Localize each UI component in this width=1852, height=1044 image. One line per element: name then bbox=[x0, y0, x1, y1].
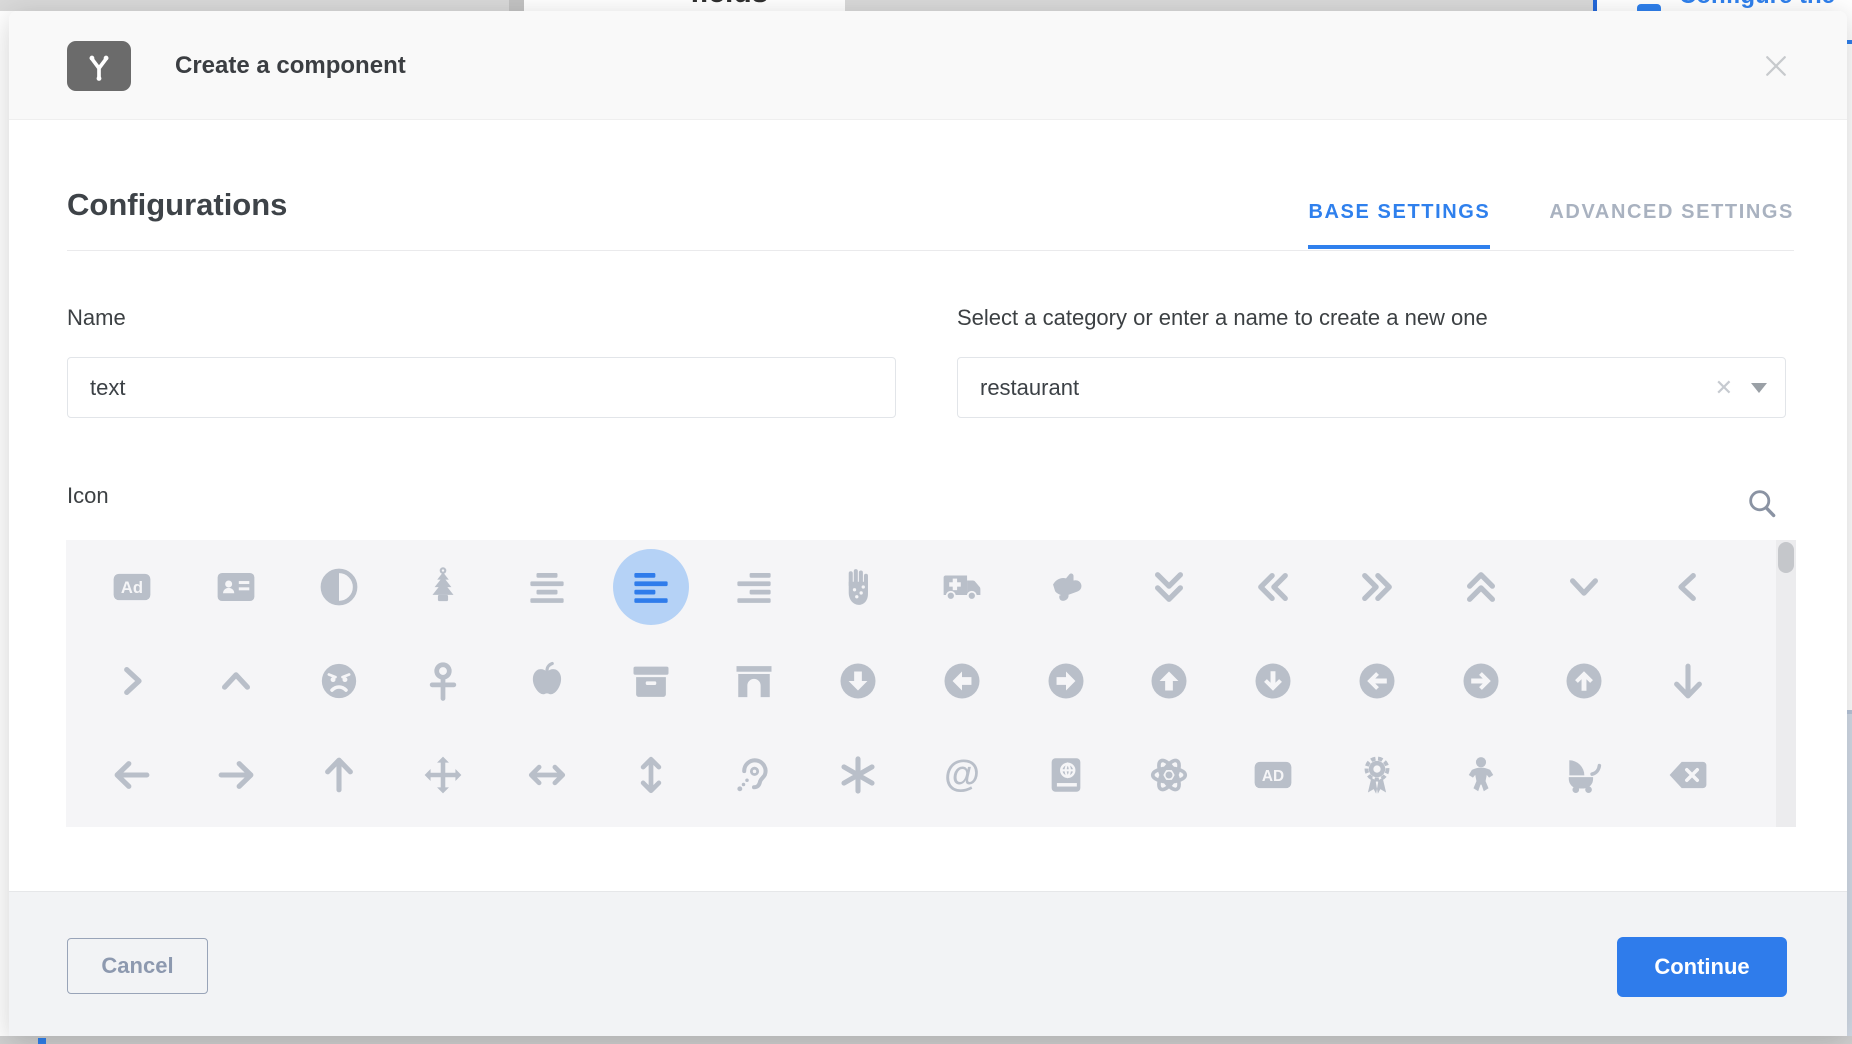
angle-right-icon[interactable] bbox=[80, 634, 184, 728]
background-accent-line bbox=[1847, 40, 1852, 44]
continue-button[interactable]: Continue bbox=[1617, 937, 1787, 997]
archway-icon[interactable] bbox=[703, 634, 807, 728]
icon-grid: Ad @ AD bbox=[66, 540, 1796, 827]
background-clipped-link: Configure the bbox=[1679, 0, 1835, 10]
background-page-right-edge bbox=[1847, 11, 1852, 1036]
icon-grid-row: @ AD bbox=[80, 728, 1740, 822]
asterisk-icon[interactable] bbox=[806, 728, 910, 822]
sign-language-icon[interactable] bbox=[1014, 540, 1118, 634]
angle-double-left-icon[interactable] bbox=[1221, 540, 1325, 634]
arrow-circle-left-icon[interactable] bbox=[1325, 634, 1429, 728]
adjust-icon[interactable] bbox=[288, 540, 392, 634]
background-page-bottom-edge bbox=[0, 1036, 1852, 1044]
apple-alt-icon[interactable] bbox=[495, 634, 599, 728]
name-input[interactable] bbox=[90, 375, 873, 401]
background-fragment: Configure the bbox=[1593, 0, 1852, 11]
arrow-alt-circle-down-icon[interactable] bbox=[806, 634, 910, 728]
screen: fields Configure the Create a component bbox=[0, 0, 1852, 1044]
cancel-button[interactable]: Cancel bbox=[67, 938, 208, 994]
align-center-icon[interactable] bbox=[495, 540, 599, 634]
icon-grid-row bbox=[80, 634, 1740, 728]
angle-double-right-icon[interactable] bbox=[1325, 540, 1429, 634]
assistive-listening-icon[interactable] bbox=[703, 728, 807, 822]
at-icon[interactable]: @ bbox=[910, 728, 1014, 822]
icon-picker-label: Icon bbox=[67, 483, 109, 509]
arrow-up-icon[interactable] bbox=[288, 728, 392, 822]
icon-grid-row: Ad bbox=[80, 540, 1740, 634]
background-panel-fragment bbox=[1847, 714, 1852, 1036]
modal-title: Create a component bbox=[175, 11, 406, 120]
name-label: Name bbox=[67, 305, 126, 331]
arrow-alt-circle-right-icon[interactable] bbox=[1014, 634, 1118, 728]
arrow-alt-circle-left-icon[interactable] bbox=[910, 634, 1014, 728]
arrow-circle-down-icon[interactable] bbox=[1221, 634, 1325, 728]
air-freshener-icon[interactable] bbox=[391, 540, 495, 634]
tab-base-settings[interactable]: BASE SETTINGS bbox=[1308, 201, 1490, 249]
arrow-right-icon[interactable] bbox=[184, 728, 288, 822]
arrows-alt-h-icon[interactable] bbox=[495, 728, 599, 822]
category-value: restaurant bbox=[980, 375, 1079, 401]
background-fragment bbox=[509, 0, 524, 11]
create-component-modal: Create a component Configurations BASE S… bbox=[9, 11, 1847, 1036]
angle-down-icon[interactable] bbox=[1533, 540, 1637, 634]
angle-double-down-icon[interactable] bbox=[1118, 540, 1222, 634]
allergies-icon[interactable] bbox=[806, 540, 910, 634]
ad-icon[interactable]: Ad bbox=[80, 540, 184, 634]
divider bbox=[67, 250, 1794, 251]
arrow-left-icon[interactable] bbox=[80, 728, 184, 822]
name-input-box bbox=[67, 357, 896, 418]
ambulance-icon[interactable] bbox=[910, 540, 1014, 634]
audio-description-icon[interactable]: AD bbox=[1221, 728, 1325, 822]
align-right-icon[interactable] bbox=[703, 540, 807, 634]
angle-left-icon[interactable] bbox=[1636, 540, 1740, 634]
background-clipped-text: fields bbox=[690, 0, 768, 10]
scrollbar-thumb[interactable] bbox=[1778, 542, 1794, 573]
align-left-icon[interactable] bbox=[599, 540, 703, 634]
modal-footer: Cancel Continue bbox=[9, 891, 1847, 1036]
clear-icon[interactable]: ✕ bbox=[1715, 377, 1733, 399]
svg-text:AD: AD bbox=[1262, 768, 1284, 785]
arrows-alt-v-icon[interactable] bbox=[599, 728, 703, 822]
modal-header: Create a component bbox=[9, 11, 1847, 120]
background-icon-fragment bbox=[1637, 4, 1661, 11]
ankh-icon[interactable] bbox=[391, 634, 495, 728]
category-select[interactable]: restaurant ✕ bbox=[957, 357, 1786, 418]
atom-icon[interactable] bbox=[1118, 728, 1222, 822]
atlas-icon[interactable] bbox=[1014, 728, 1118, 822]
svg-text:Ad: Ad bbox=[121, 578, 143, 597]
category-label: Select a category or enter a name to cre… bbox=[957, 305, 1488, 331]
arrow-down-icon[interactable] bbox=[1636, 634, 1740, 728]
background-fragment bbox=[38, 1038, 46, 1044]
archive-icon[interactable] bbox=[599, 634, 703, 728]
background-divider bbox=[1593, 0, 1597, 11]
angle-double-up-icon[interactable] bbox=[1429, 540, 1533, 634]
background-fragment: fields bbox=[524, 0, 845, 11]
baby-icon[interactable] bbox=[1429, 728, 1533, 822]
award-icon[interactable] bbox=[1325, 728, 1429, 822]
close-icon[interactable] bbox=[1761, 51, 1791, 81]
baby-carriage-icon[interactable] bbox=[1533, 728, 1637, 822]
settings-tabs: BASE SETTINGS ADVANCED SETTINGS bbox=[9, 201, 1794, 249]
caret-down-icon[interactable] bbox=[1751, 383, 1767, 393]
arrows-alt-icon[interactable] bbox=[391, 728, 495, 822]
svg-text:@: @ bbox=[944, 754, 980, 794]
backspace-icon[interactable] bbox=[1636, 728, 1740, 822]
scrollbar-track[interactable] bbox=[1776, 540, 1796, 827]
component-icon bbox=[67, 41, 131, 91]
address-card-icon[interactable] bbox=[184, 540, 288, 634]
tab-advanced-settings[interactable]: ADVANCED SETTINGS bbox=[1549, 201, 1794, 249]
arrow-alt-circle-up-icon[interactable] bbox=[1118, 634, 1222, 728]
arrow-circle-up-icon[interactable] bbox=[1533, 634, 1637, 728]
background-page-top-edge: fields Configure the bbox=[0, 0, 1852, 11]
arrow-circle-right-icon[interactable] bbox=[1429, 634, 1533, 728]
angry-icon[interactable] bbox=[288, 634, 392, 728]
search-icon[interactable] bbox=[1745, 486, 1779, 520]
angle-up-icon[interactable] bbox=[184, 634, 288, 728]
